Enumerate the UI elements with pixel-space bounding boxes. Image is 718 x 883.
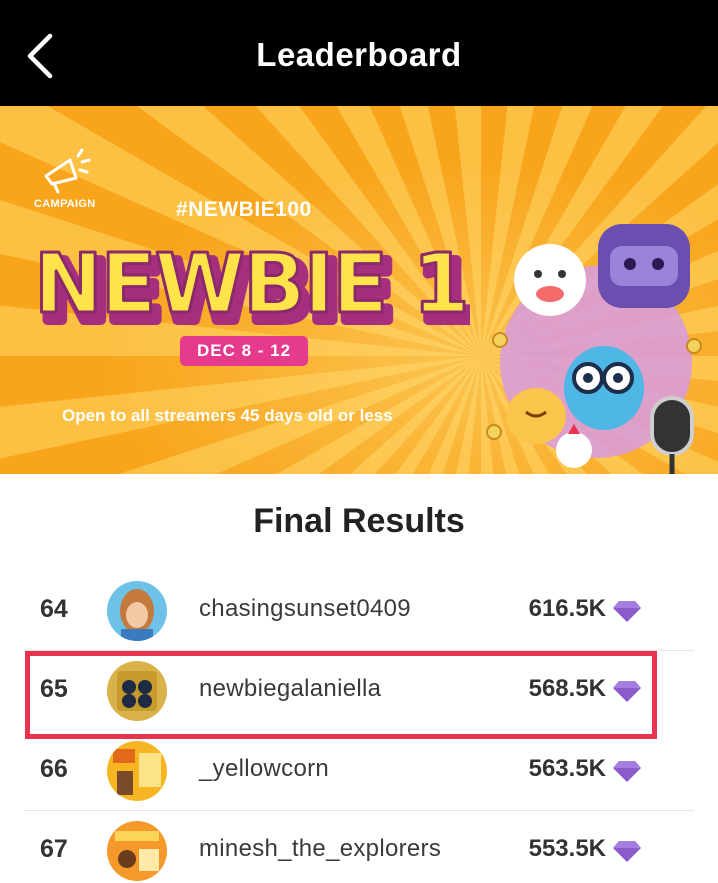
- user-photo-icon: [107, 821, 167, 881]
- score: 553.5K: [528, 835, 606, 862]
- avatar[interactable]: [107, 741, 167, 801]
- avatar[interactable]: [107, 581, 167, 641]
- username[interactable]: _yellowcorn: [199, 755, 329, 783]
- svg-text:NEWBIE 100: NEWBIE 100: [34, 237, 470, 328]
- top-bar: Leaderboard: [0, 0, 718, 106]
- username[interactable]: minesh_the_explorers: [199, 835, 441, 863]
- campaign-hashtag: #NEWBIE100: [176, 198, 312, 221]
- campaign-label: CAMPAIGN: [34, 198, 96, 210]
- diamond-gem-icon: [613, 761, 641, 782]
- leaderboard-row[interactable]: 66 _yellowcorn 563.5K: [0, 731, 718, 811]
- diamond-gem-icon: [613, 841, 641, 862]
- rank-number: 67: [40, 835, 68, 863]
- rank-number: 66: [40, 755, 68, 783]
- user-photo-icon: [107, 741, 167, 801]
- leaderboard-row[interactable]: 64 chasingsunset0409 616.5K: [0, 571, 718, 651]
- date-range-badge: DEC 8 - 12: [180, 336, 308, 366]
- diamond-gem-icon: [613, 601, 641, 622]
- megaphone-icon: [44, 148, 91, 194]
- newbie-100-logo: NEWBIE 100 NEWBIE 100: [33, 236, 471, 329]
- eligibility-text: Open to all streamers 45 days old or les…: [62, 406, 393, 425]
- campaign-banner[interactable]: CAMPAIGN #NEWBIE100 NEWBIE 100 NEWBIE 10…: [0, 106, 718, 474]
- section-title: Final Results: [253, 502, 465, 540]
- score: 563.5K: [528, 755, 606, 782]
- page-title: Leaderboard: [256, 36, 462, 73]
- score: 616.5K: [528, 595, 606, 622]
- user-photo-icon: [107, 581, 167, 641]
- avatar[interactable]: [107, 821, 167, 881]
- username[interactable]: chasingsunset0409: [199, 595, 411, 623]
- mascot-group-illustration: [486, 224, 702, 474]
- rank-number: 64: [40, 595, 68, 623]
- leaderboard-screen: Leaderboard CAMPAIGN #NEWBIE100 NEWBIE 1…: [0, 0, 718, 883]
- leaderboard-row[interactable]: 67 minesh_the_explorers 553.5K: [0, 811, 718, 883]
- highlight-outline: [25, 651, 657, 739]
